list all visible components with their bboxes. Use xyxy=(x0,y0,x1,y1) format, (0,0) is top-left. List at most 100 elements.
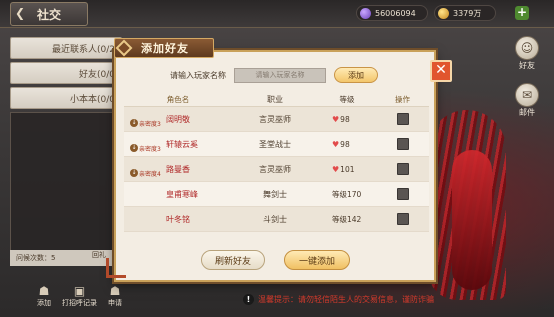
side-nav-mail-label: 邮件 xyxy=(519,108,535,117)
add-button[interactable]: 添加 xyxy=(334,67,378,83)
friend-list-panel xyxy=(10,112,122,262)
diamond-icon xyxy=(360,8,371,19)
diamond-value: 56006094 xyxy=(375,8,416,18)
diamond-counter: 56006094 xyxy=(356,5,428,21)
col-level: 等级 xyxy=(339,94,355,104)
player-name-input[interactable] xyxy=(234,67,326,83)
add-all-label: 一键添加 xyxy=(298,256,335,267)
add-all-button[interactable]: 一键添加 xyxy=(284,250,350,270)
add-action-label: 添加 xyxy=(37,299,51,307)
table-row: 叶冬铭 斗剑士 等级142 xyxy=(124,207,429,232)
intimacy-text: 亲密度3 xyxy=(139,120,161,128)
table-row: ↓ 亲密度4 路曼香 言灵巫师 ♥101 xyxy=(124,157,429,182)
add-currency-button[interactable]: + xyxy=(515,6,529,20)
table-row: ↓ 亲密度3 轩辕云奚 圣堂战士 ♥98 xyxy=(124,132,429,157)
col-action: 操作 xyxy=(395,94,410,104)
gift-icon: ▣ xyxy=(73,284,86,298)
greeting-record-button[interactable]: ▣ 打招呼记录 xyxy=(62,284,97,308)
player-level: 101 xyxy=(340,164,355,174)
apply-icon: ☗ xyxy=(109,284,121,298)
tab-recent-contacts-label: 最近联系人(0/2 xyxy=(52,44,115,55)
bottom-actions: ☗ 添加 ▣ 打招呼记录 ☗ 申请 xyxy=(36,284,123,308)
side-nav-friends[interactable]: ☺ 好友 xyxy=(515,36,539,71)
side-nav-mail[interactable]: ✉ 邮件 xyxy=(515,83,539,118)
gold-coin-icon xyxy=(438,8,449,19)
recommended-players-table: 角色名 职业 等级 操作 ↓ 亲密度3 阔明敬 言灵巫师 ♥98 ↓ 亲密度3 轩辕云奚 圣堂战… xyxy=(124,92,429,232)
table-row: 皇甫寒峰 舞剑士 等级170 xyxy=(124,182,429,207)
heart-icon: ♥ xyxy=(332,139,340,149)
select-checkbox[interactable] xyxy=(396,188,409,200)
player-level-cell: 等级142 xyxy=(318,214,376,225)
mail-icon: ✉ xyxy=(515,83,539,107)
intimacy-text: 亲密度4 xyxy=(139,170,161,178)
player-level-cell: ♥98 xyxy=(318,140,376,149)
greeting-count-text: 问候次数：5 xyxy=(16,254,56,262)
page-title-text: 社交 xyxy=(37,7,62,22)
player-level: 等级142 xyxy=(332,214,362,224)
intimacy-text: 亲密度3 xyxy=(139,145,161,153)
side-nav: ☺ 好友 ✉ 邮件 xyxy=(515,36,539,118)
add-action-button[interactable]: ☗ 添加 xyxy=(36,284,52,308)
player-class: 言灵巫师 xyxy=(259,114,291,124)
close-button[interactable]: ✕ xyxy=(430,60,452,82)
player-class: 言灵巫师 xyxy=(259,164,291,174)
warning-tip: ! 温馨提示：请勿轻信陌生人的交易信息，谨防诈骗 xyxy=(243,294,434,305)
heart-icon: ♥ xyxy=(332,114,340,124)
add-friend-icon: ☗ xyxy=(38,284,50,298)
player-level-cell: ♥101 xyxy=(318,165,376,174)
player-class: 斗剑士 xyxy=(263,214,287,224)
player-name: 路曼香 xyxy=(166,164,190,174)
refresh-friends-button[interactable]: 刷新好友 xyxy=(201,250,265,270)
intimacy-tag: ↓ 亲密度4 xyxy=(130,169,161,178)
tab-friends-label: 好友(0/0 xyxy=(79,69,115,80)
player-name-cell: 皇甫寒峰 xyxy=(124,189,232,200)
select-checkbox[interactable] xyxy=(396,163,409,175)
player-level: 等级170 xyxy=(332,189,362,199)
table-header: 角色名 职业 等级 操作 xyxy=(124,92,429,107)
select-cell xyxy=(376,163,429,175)
select-cell xyxy=(376,113,429,125)
player-name-cell: ↓ 亲密度3 轩辕云奚 xyxy=(124,139,232,153)
tab-recent-contacts[interactable]: 最近联系人(0/2 xyxy=(10,37,122,59)
select-checkbox[interactable] xyxy=(396,113,409,125)
player-level-cell: ♥98 xyxy=(318,115,376,124)
player-name-cell: 叶冬铭 xyxy=(124,214,232,225)
social-tabs: 最近联系人(0/2 好友(0/0 小本本(0/0 xyxy=(10,37,122,112)
return-gift-label: 回礼 xyxy=(92,251,106,259)
dialog-title-text: 添加好友 xyxy=(141,42,189,55)
character-hair-art-inner xyxy=(452,150,492,290)
refresh-friends-label: 刷新好友 xyxy=(214,256,251,267)
select-cell xyxy=(376,138,429,150)
player-search-row: 请输入玩家名称 添加 xyxy=(170,67,378,83)
col-class: 职业 xyxy=(267,94,283,104)
close-icon: ✕ xyxy=(435,62,447,78)
player-name: 皇甫寒峰 xyxy=(166,189,198,199)
player-name: 叶冬铭 xyxy=(166,214,190,224)
tab-notebook[interactable]: 小本本(0/0 xyxy=(10,87,122,109)
warning-text: 温馨提示：请勿轻信陌生人的交易信息，谨防诈骗 xyxy=(258,295,434,304)
gold-value: 3379万 xyxy=(453,8,482,18)
table-body: ↓ 亲密度3 阔明敬 言灵巫师 ♥98 ↓ 亲密度3 轩辕云奚 圣堂战士 ♥98 ↓ 亲密度4 路曼香言… xyxy=(124,107,429,232)
player-level: 98 xyxy=(340,139,350,149)
add-button-label: 添加 xyxy=(348,70,364,80)
tab-notebook-label: 小本本(0/0 xyxy=(70,94,115,105)
intimacy-tag: ↓ 亲密度3 xyxy=(130,144,161,153)
select-checkbox[interactable] xyxy=(396,138,409,150)
intimacy-arrow-icon: ↓ xyxy=(130,169,138,177)
player-name: 轩辕云奚 xyxy=(166,139,198,149)
player-name: 阔明敬 xyxy=(166,114,190,124)
player-class: 圣堂战士 xyxy=(259,139,291,149)
select-checkbox[interactable] xyxy=(396,213,409,225)
side-nav-friends-label: 好友 xyxy=(519,61,535,70)
player-class: 舞剑士 xyxy=(263,189,287,199)
plus-icon: + xyxy=(516,5,528,19)
apply-button[interactable]: ☗ 申请 xyxy=(107,284,123,308)
player-level-cell: 等级170 xyxy=(318,189,376,200)
greeting-record-label: 打招呼记录 xyxy=(62,299,97,307)
tab-friends[interactable]: 好友(0/0 xyxy=(10,62,122,84)
intimacy-tag: ↓ 亲密度3 xyxy=(130,119,161,128)
back-arrow-icon[interactable]: ❮ xyxy=(15,7,29,19)
intimacy-arrow-icon: ↓ xyxy=(130,144,138,152)
warning-icon: ! xyxy=(243,294,254,305)
gold-counter: 3379万 xyxy=(434,5,496,21)
